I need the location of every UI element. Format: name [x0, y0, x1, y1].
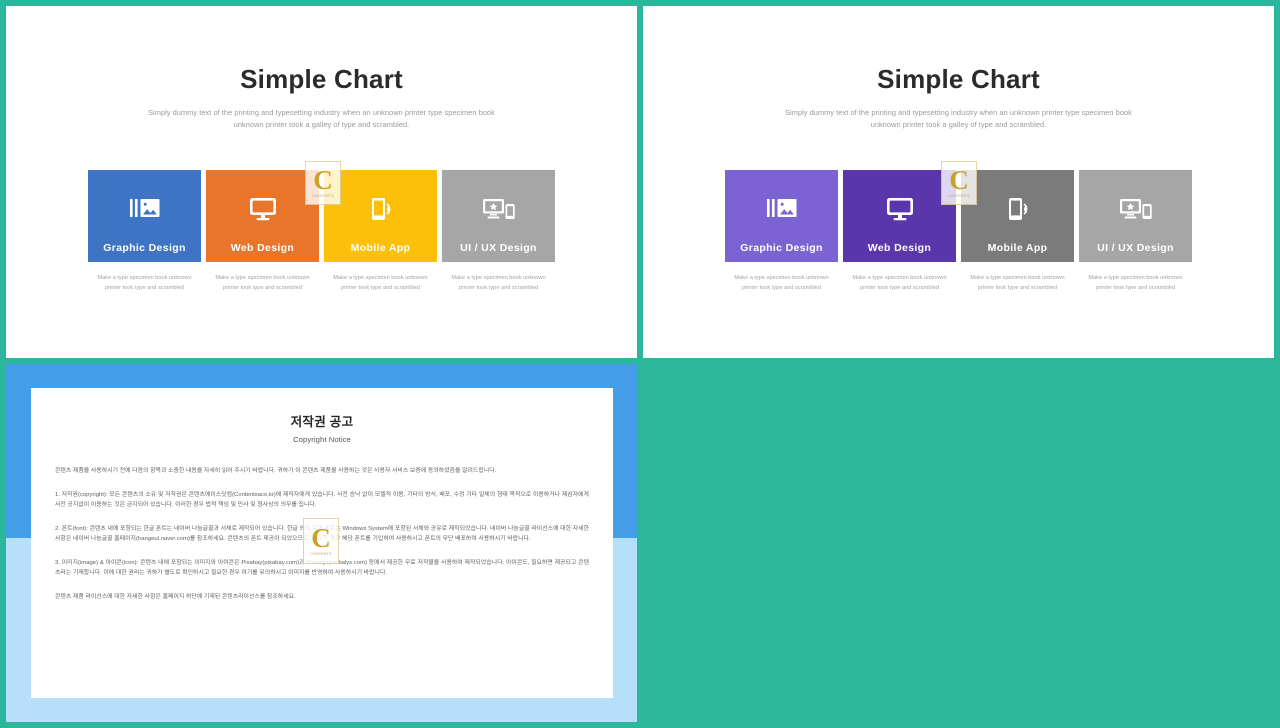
- subtitle-line-2: unknown printer took a galley of type an…: [870, 119, 1047, 129]
- caption-line-2: printer took type and scrambled: [105, 284, 184, 291]
- watermark-letter: C: [313, 165, 333, 196]
- card-body[interactable]: UI / UX Design: [442, 170, 555, 262]
- card-graphic-design[interactable]: Graphic Design Make a type specimen book…: [88, 170, 201, 293]
- caption-line-2: printer took type and scrambled: [459, 284, 538, 291]
- card-caption: Make a type specimen book unknown printe…: [1079, 274, 1192, 293]
- caption-line-2: printer took type and scrambled: [341, 284, 420, 291]
- watermark-tagline: CONTENTS: [310, 551, 332, 556]
- document-paragraph: 1. 저작권(copyright): 모든 콘텐츠의 소유 및 저작권은 콘텐츠…: [55, 491, 589, 509]
- responsive-star-icon: [1079, 196, 1192, 222]
- watermark-tagline: CONTENTS: [948, 193, 970, 198]
- watermark-tagline: CONTENTS: [312, 193, 334, 198]
- card-caption: Make a type specimen book unknown printe…: [725, 274, 838, 293]
- card-label: UI / UX Design: [1097, 242, 1174, 254]
- watermark-letter: C: [311, 523, 331, 554]
- card-web-design[interactable]: Web Design Make a type specimen book unk…: [843, 170, 956, 293]
- caption-line-1: Make a type specimen book unknown: [970, 275, 1065, 281]
- slide-subtitle: Simply dummy text of the printing and ty…: [643, 107, 1274, 131]
- document-title-korean: 저작권 공고: [290, 415, 354, 429]
- document-paragraph: 콘텐츠 제품을 사용하시기 전에 다음의 항목과 소중한 내용을 자세히 읽어 …: [55, 468, 497, 474]
- caption-line-2: printer took type and scrambled: [1096, 284, 1175, 291]
- card-body[interactable]: Mobile App: [961, 170, 1074, 262]
- caption-line-1: Make a type specimen book unknown: [333, 275, 428, 281]
- caption-line-2: printer took type and scrambled: [223, 284, 302, 291]
- card-caption: Make a type specimen book unknown printe…: [961, 274, 1074, 293]
- caption-line-2: printer took type and scrambled: [860, 284, 939, 291]
- presentation-thumbnail-canvas: Simple Chart Simply dummy text of the pr…: [0, 0, 1280, 728]
- caption-line-1: Make a type specimen book unknown: [1088, 275, 1183, 281]
- card-graphic-design[interactable]: Graphic Design Make a type specimen book…: [725, 170, 838, 293]
- card-caption: Make a type specimen book unknown printe…: [324, 274, 437, 293]
- page-title: Simple Chart: [877, 64, 1040, 94]
- card-body[interactable]: Graphic Design: [88, 170, 201, 262]
- caption-line-2: printer took type and scrambled: [978, 284, 1057, 291]
- card-caption: Make a type specimen book unknown printe…: [206, 274, 319, 293]
- subtitle-line-1: Simply dummy text of the printing and ty…: [148, 108, 495, 117]
- card-body[interactable]: UI / UX Design: [1079, 170, 1192, 262]
- document-header: 저작권 공고 Copyright Notice: [31, 388, 613, 444]
- responsive-star-icon: [442, 196, 555, 222]
- card-label: Graphic Design: [103, 242, 186, 254]
- monitor-icon: [206, 196, 319, 222]
- document-title-english: Copyright Notice: [293, 435, 351, 444]
- card-mobile-app[interactable]: Mobile App Make a type specimen book unk…: [961, 170, 1074, 293]
- gallery-icon: [725, 196, 838, 220]
- watermark-letter: C: [949, 165, 969, 196]
- card-body[interactable]: Graphic Design: [725, 170, 838, 262]
- card-caption: Make a type specimen book unknown printe…: [88, 274, 201, 293]
- caption-line-1: Make a type specimen book unknown: [215, 275, 310, 281]
- mobile-signal-icon: [961, 196, 1074, 222]
- caption-line-1: Make a type specimen book unknown: [734, 275, 829, 281]
- slide-2-title-block: Simple Chart Simply dummy text of the pr…: [643, 6, 1274, 131]
- subtitle-line-1: Simply dummy text of the printing and ty…: [785, 108, 1132, 117]
- caption-line-2: printer took type and scrambled: [742, 284, 821, 291]
- card-label: UI / UX Design: [460, 242, 537, 254]
- card-caption: Make a type specimen book unknown printe…: [442, 274, 555, 293]
- watermark-logo: C CONTENTS: [941, 161, 977, 205]
- caption-line-1: Make a type specimen book unknown: [451, 275, 546, 281]
- card-label: Mobile App: [350, 242, 411, 254]
- watermark-logo: C CONTENTS: [305, 161, 341, 205]
- caption-line-1: Make a type specimen book unknown: [97, 275, 192, 281]
- page-title: Simple Chart: [240, 64, 403, 94]
- gallery-icon: [88, 196, 201, 220]
- slide-1-title-block: Simple Chart Simply dummy text of the pr…: [6, 6, 637, 131]
- card-label: Web Design: [230, 242, 295, 254]
- card-label: Mobile App: [987, 242, 1048, 254]
- monitor-icon: [843, 196, 956, 222]
- card-ui-ux-design[interactable]: UI / UX Design Make a type specimen book…: [1079, 170, 1192, 293]
- card-ui-ux-design[interactable]: UI / UX Design Make a type specimen book…: [442, 170, 555, 293]
- card-label: Web Design: [867, 242, 932, 254]
- card-label: Graphic Design: [740, 242, 823, 254]
- subtitle-line-2: unknown printer took a galley of type an…: [233, 119, 410, 129]
- slide-subtitle: Simply dummy text of the printing and ty…: [6, 107, 637, 131]
- card-web-design[interactable]: Web Design Make a type specimen book unk…: [206, 170, 319, 293]
- card-caption: Make a type specimen book unknown printe…: [843, 274, 956, 293]
- card-body[interactable]: Web Design: [206, 170, 319, 262]
- document-paragraph: 콘텐츠 제품 라이선스에 대한 자세한 사항은 홈페이지 하단에 기재된 콘텐츠…: [55, 593, 296, 600]
- caption-line-1: Make a type specimen book unknown: [852, 275, 947, 281]
- card-body[interactable]: Web Design: [843, 170, 956, 262]
- watermark-logo: C CONTENTS: [303, 518, 339, 564]
